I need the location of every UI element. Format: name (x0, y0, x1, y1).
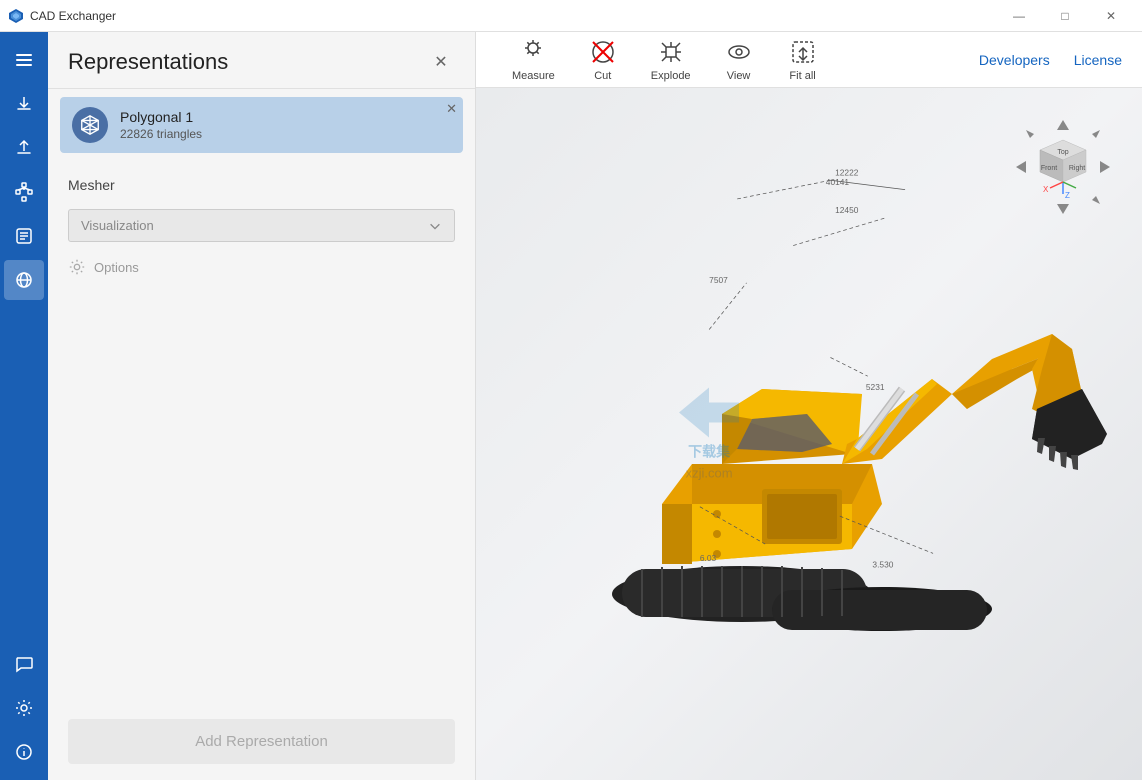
info-icon (14, 742, 34, 762)
measure-icon (519, 38, 547, 66)
add-representation-button[interactable]: Add Representation (68, 719, 455, 764)
svg-text:Top: Top (1057, 149, 1068, 156)
mesher-dropdown[interactable]: Visualization (68, 209, 455, 242)
svg-text:Right: Right (1069, 165, 1085, 172)
sidebar-item-properties[interactable] (4, 216, 44, 256)
representations-panel: Representations ✕ Polygonal 1 (48, 32, 476, 780)
svg-text:40141: 40141 (826, 177, 850, 187)
watermark: 下载集 xzji.com (679, 388, 739, 481)
representation-list: Polygonal 1 22826 triangles ✕ (48, 89, 475, 161)
app-title: CAD Exchanger (30, 9, 116, 23)
menu-icon (14, 50, 34, 70)
svg-text:Front: Front (1041, 165, 1057, 172)
tool-cut-label: Cut (594, 70, 611, 82)
titlebar-controls: — □ ✕ (996, 0, 1134, 32)
app-logo-icon (8, 8, 24, 24)
sidebar-item-globe[interactable] (4, 260, 44, 300)
svg-text:12222: 12222 (835, 168, 859, 178)
gear-icon (68, 258, 86, 276)
nav-cube[interactable]: Top Front Right Z X (1008, 112, 1118, 222)
sidebar-item-chat[interactable] (4, 644, 44, 684)
globe-icon (14, 270, 34, 290)
watermark-logo-icon (679, 388, 739, 438)
tool-measure-label: Measure (512, 70, 555, 82)
viewport-canvas[interactable]: 12222 40141 12450 7507 5231 6.03 3.530 (476, 88, 1142, 780)
rep-name: Polygonal 1 (120, 109, 451, 125)
explode-icon (657, 38, 685, 66)
panel-header: Representations ✕ (48, 32, 475, 89)
titlebar-left: CAD Exchanger (8, 8, 116, 24)
sidebar-item-import[interactable] (4, 84, 44, 124)
settings-icon (14, 698, 34, 718)
structure-icon (14, 182, 34, 202)
main-layout: Representations ✕ Polygonal 1 (0, 32, 1142, 780)
sidebar-item-structure[interactable] (4, 172, 44, 212)
rep-sub: 22826 triangles (120, 127, 451, 141)
cut-icon (589, 38, 617, 66)
fit-all-icon (789, 38, 817, 66)
view-icon (725, 38, 753, 66)
panel-close-button[interactable]: ✕ (427, 48, 455, 76)
mesher-label: Mesher (68, 177, 455, 193)
toolbar: Measure Cut (476, 32, 1142, 88)
rep-info: Polygonal 1 22826 triangles (120, 109, 451, 141)
sidebar-item-export[interactable] (4, 128, 44, 168)
tool-explode[interactable]: Explode (635, 32, 707, 88)
developers-link[interactable]: Developers (979, 52, 1050, 68)
titlebar: CAD Exchanger — □ ✕ (0, 0, 1142, 32)
tool-measure[interactable]: Measure (496, 32, 571, 88)
sidebar-item-info[interactable] (4, 732, 44, 772)
import-icon (14, 94, 34, 114)
sidebar-item-settings[interactable] (4, 688, 44, 728)
maximize-button[interactable]: □ (1042, 0, 1088, 32)
svg-text:X: X (1043, 185, 1049, 194)
export-icon (14, 138, 34, 158)
chevron-down-icon (428, 219, 442, 233)
options-row[interactable]: Options (68, 258, 455, 276)
license-link[interactable]: License (1074, 52, 1122, 68)
tool-explode-label: Explode (651, 70, 691, 82)
excavator-svg (562, 194, 1122, 674)
minimize-button[interactable]: — (996, 0, 1042, 32)
close-button[interactable]: ✕ (1088, 0, 1134, 32)
panel-bottom: Mesher Visualization Options Add Represe… (48, 161, 475, 780)
options-label: Options (94, 260, 139, 275)
tool-view[interactable]: View (707, 32, 771, 88)
rep-remove-button[interactable]: ✕ (446, 101, 457, 117)
excavator-model (562, 194, 1122, 674)
svg-text:Z: Z (1065, 191, 1070, 200)
nav-cube-svg: Top Front Right Z X (1008, 112, 1118, 222)
tool-fit-all-label: Fit all (789, 70, 815, 82)
viewport: Measure Cut (476, 32, 1142, 780)
panel-title: Representations (68, 49, 228, 75)
sidebar-item-menu[interactable] (4, 40, 44, 80)
watermark-url: xzji.com (686, 466, 733, 481)
chat-icon (14, 654, 34, 674)
sidebar (0, 32, 48, 780)
representation-icon (72, 107, 108, 143)
tool-fit-all[interactable]: Fit all (771, 32, 835, 88)
tool-view-label: View (727, 70, 751, 82)
properties-icon (14, 226, 34, 246)
mesher-value: Visualization (81, 218, 154, 233)
watermark-site: 下载集 (688, 442, 730, 462)
tool-cut[interactable]: Cut (571, 32, 635, 88)
polygon-icon (79, 114, 101, 136)
toolbar-right: Developers License (979, 52, 1122, 68)
representation-item[interactable]: Polygonal 1 22826 triangles ✕ (60, 97, 463, 153)
